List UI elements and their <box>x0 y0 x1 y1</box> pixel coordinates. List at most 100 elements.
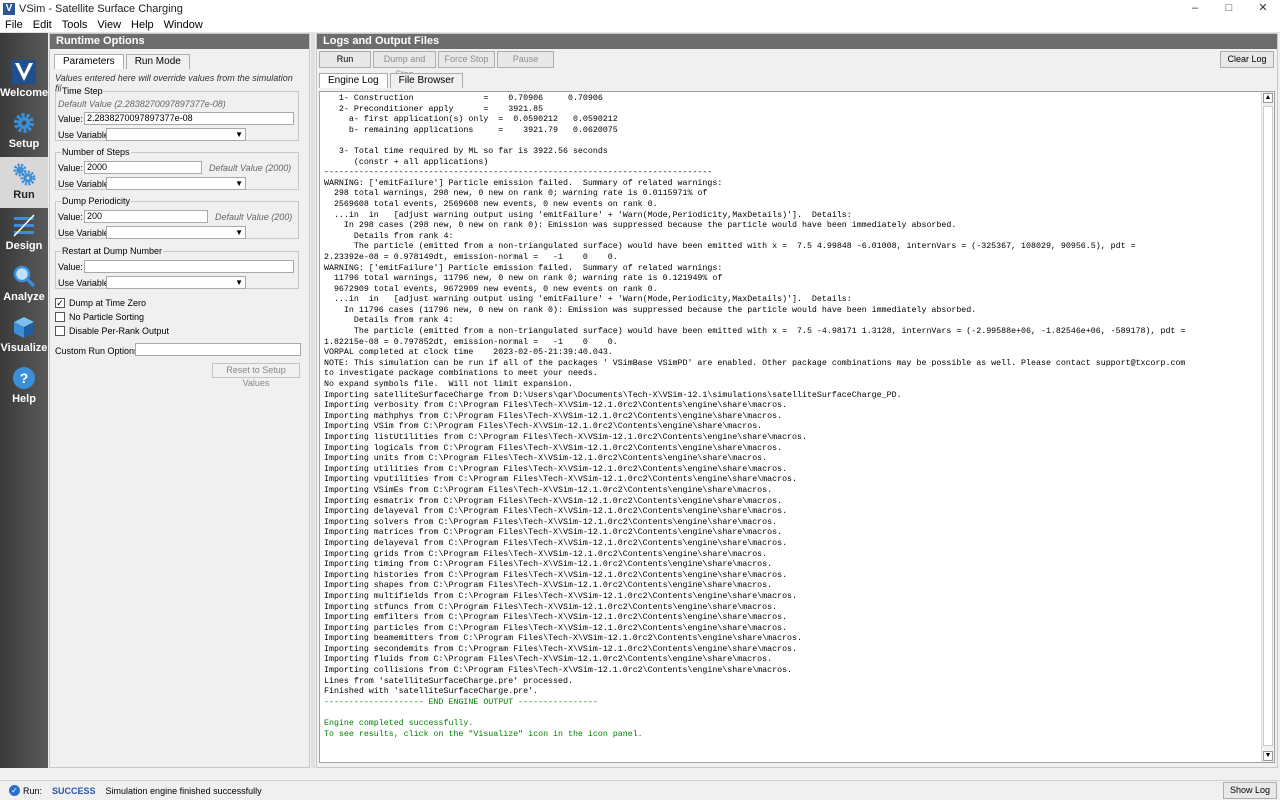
dump-periodicity-value-label: Value: <box>58 212 83 222</box>
num-steps-group: Number of Steps Value: 2000 Default Valu… <box>55 147 299 190</box>
dump-periodicity-input[interactable]: 200 <box>84 210 208 223</box>
nav-design[interactable]: Design <box>0 208 48 259</box>
force-stop-button[interactable]: Force Stop <box>438 51 495 68</box>
log-line: Importing solvers from C:\Program Files\… <box>324 517 778 527</box>
time-step-input[interactable]: 2.2838270097897377e-08 <box>84 112 294 125</box>
log-line: Importing timing from C:\Program Files\T… <box>324 560 773 570</box>
log-line: 1- Construction = 0.70906 0.70906 <box>324 94 603 103</box>
dump-and-stop-button[interactable]: Dump and Stop <box>373 51 436 79</box>
clear-log-button[interactable]: Clear Log <box>1220 51 1274 68</box>
gears-icon <box>13 163 36 186</box>
scroll-down-icon[interactable]: ▼ <box>1263 751 1273 761</box>
nav-label-analyze: Analyze <box>3 291 45 303</box>
log-scrollbar[interactable]: ▲ ▼ <box>1261 92 1274 762</box>
log-line: Importing vputilities from C:\Program Fi… <box>324 475 797 485</box>
log-line: b- remaining applications = 3921.79 0.06… <box>324 125 618 135</box>
log-line: Importing particles from C:\Program File… <box>324 623 788 633</box>
restart-input[interactable] <box>84 260 294 273</box>
nav-label-visualize: Visualize <box>0 342 48 354</box>
disable-per-rank-output-row[interactable]: Disable Per-Rank Output <box>55 326 169 336</box>
restart-value-label: Value: <box>58 262 83 272</box>
restart-variable-select[interactable]: ▼ <box>106 276 246 289</box>
time-step-title: Time Step <box>61 86 104 96</box>
maximize-button[interactable]: □ <box>1212 0 1246 17</box>
minimize-button[interactable]: – <box>1178 0 1212 17</box>
cube-icon <box>14 317 34 338</box>
nav-run[interactable]: Run <box>0 157 48 208</box>
menu-view[interactable]: View <box>92 19 126 31</box>
scroll-up-icon[interactable]: ▲ <box>1263 93 1273 103</box>
nav-welcome[interactable]: Welcome <box>0 55 48 106</box>
nav-label-help: Help <box>12 393 36 405</box>
log-line: Lines from 'satelliteSurfaceCharge.pre' … <box>324 676 573 686</box>
tab-engine-log[interactable]: Engine Log <box>319 73 388 88</box>
time-step-group: Time Step Default Value (2.2838270097897… <box>55 86 299 141</box>
nav-analyze[interactable]: Analyze <box>0 259 48 310</box>
run-button[interactable]: Run <box>319 51 371 68</box>
log-line: Importing units from C:\Program Files\Te… <box>324 454 768 464</box>
scroll-thumb[interactable] <box>1263 106 1273 746</box>
menu-file[interactable]: File <box>0 19 28 31</box>
icon-panel: Welcome Setup Run Design Analyze Visuali… <box>0 33 48 768</box>
log-line: Importing satelliteSurfaceCharge from D:… <box>324 390 902 400</box>
log-line: NOTE: This simulation can be run if all … <box>324 358 1186 368</box>
gear-icon <box>14 113 34 133</box>
log-line: Importing fluids from C:\Program Files\T… <box>324 655 773 665</box>
log-line: 1.82215e-08 = 0.797852dt, emission-norma… <box>324 337 618 347</box>
custom-run-options-input[interactable] <box>135 343 301 356</box>
design-icon <box>13 214 35 237</box>
status-label: Run: <box>23 785 43 796</box>
menu-help[interactable]: Help <box>126 19 159 31</box>
log-line: The particle (emitted from a non-triangu… <box>324 327 1186 337</box>
runtime-options-header: Runtime Options <box>50 34 309 49</box>
nav-help[interactable]: ? Help <box>0 361 48 412</box>
close-button[interactable]: ✕ <box>1246 0 1280 17</box>
show-log-button[interactable]: Show Log <box>1223 782 1277 799</box>
dump-at-time-zero-checkbox[interactable]: ✓ <box>55 298 65 308</box>
no-particle-sorting-row[interactable]: No Particle Sorting <box>55 312 144 322</box>
log-line: ----------------------------------------… <box>324 168 713 178</box>
log-line: a- first application(s) only = 0.0590212… <box>324 115 618 125</box>
custom-run-options-label: Custom Run Options <box>55 346 139 356</box>
window-controls: – □ ✕ <box>1178 0 1280 17</box>
menu-tools[interactable]: Tools <box>57 19 93 31</box>
nav-visualize[interactable]: Visualize <box>0 310 48 361</box>
logs-header: Logs and Output Files <box>317 34 1277 49</box>
log-line: In 298 cases (298 new, 0 new on rank 0):… <box>324 221 957 231</box>
menu-window[interactable]: Window <box>159 19 208 31</box>
log-line: Finished with 'satelliteSurfaceCharge.pr… <box>324 687 539 697</box>
time-step-default: Default Value (2.2838270097897377e-08) <box>58 99 226 109</box>
nav-setup[interactable]: Setup <box>0 106 48 157</box>
log-line: Importing delayeval from C:\Program File… <box>324 507 788 517</box>
time-step-variable-select[interactable]: ▼ <box>106 128 246 141</box>
nav-label-design: Design <box>5 240 43 252</box>
reset-to-setup-values-button[interactable]: Reset to Setup Values <box>212 363 300 388</box>
panel-splitter[interactable] <box>311 33 315 768</box>
dump-periodicity-variable-select[interactable]: ▼ <box>106 226 246 239</box>
disable-per-rank-output-checkbox[interactable] <box>55 326 65 336</box>
no-particle-sorting-checkbox[interactable] <box>55 312 65 322</box>
vsim-app-icon: V <box>3 2 15 15</box>
pause-button[interactable]: Pause <box>497 51 554 68</box>
tab-file-browser[interactable]: File Browser <box>389 73 464 88</box>
log-line: ...in in [adjust warning output using 'e… <box>324 210 852 220</box>
dump-at-time-zero-row[interactable]: ✓ Dump at Time Zero <box>55 298 146 308</box>
time-step-value-label: Value: <box>58 114 83 124</box>
chevron-down-icon: ▼ <box>235 228 243 237</box>
window-title: VSim - Satellite Surface Charging <box>19 2 183 15</box>
time-step-use-var-label: Use Variable: <box>58 130 112 140</box>
dump-periodicity-default: Default Value (200) <box>215 212 293 222</box>
menu-edit[interactable]: Edit <box>28 19 57 31</box>
log-line: to investigate package combinations to m… <box>324 369 598 379</box>
log-line: 2.23392e-08 = 0.978149dt, emission-norma… <box>324 252 618 262</box>
log-line: ...in in [adjust warning output using 'e… <box>324 295 852 305</box>
engine-log-output[interactable]: 1- Construction = 0.70906 0.70906 2- Pre… <box>319 91 1275 763</box>
info-icon: ✓ <box>9 785 20 796</box>
tab-run-mode[interactable]: Run Mode <box>125 54 190 69</box>
dump-periodicity-use-var-label: Use Variable: <box>58 228 112 238</box>
log-line: Importing multifields from C:\Program Fi… <box>324 591 797 601</box>
tab-parameters[interactable]: Parameters <box>54 54 124 69</box>
num-steps-input[interactable]: 2000 <box>84 161 202 174</box>
num-steps-variable-select[interactable]: ▼ <box>106 177 246 190</box>
